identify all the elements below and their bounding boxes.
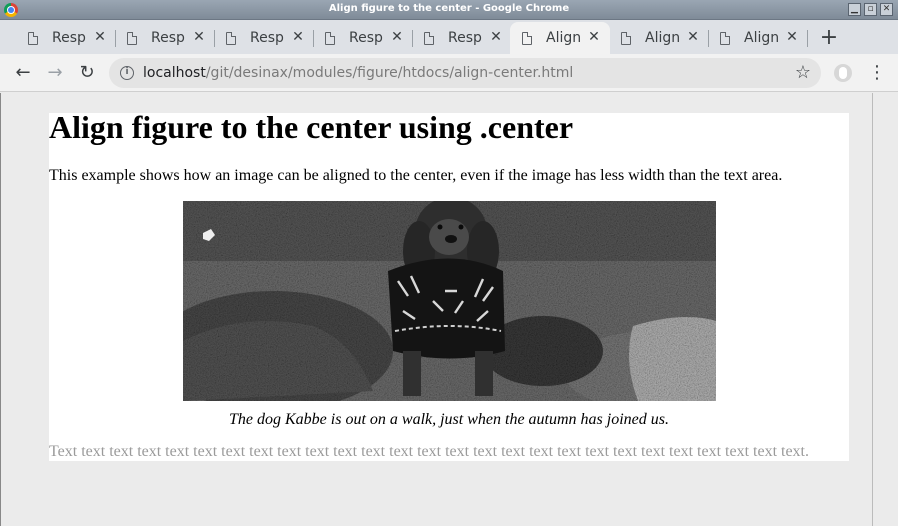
left-edge — [0, 93, 1, 526]
tab-close-icon[interactable]: ✕ — [290, 29, 306, 45]
tab[interactable]: Respons ✕ — [313, 22, 413, 54]
tab[interactable]: Respons ✕ — [115, 22, 215, 54]
maximize-button[interactable]: ▫ — [864, 3, 877, 16]
profile-avatar-icon[interactable] — [834, 64, 852, 82]
browser-toolbar: ← → ↻ i localhost/git/desinax/modules/fi… — [0, 54, 898, 92]
new-tab-button[interactable]: + — [818, 25, 840, 50]
tab[interactable]: Align fig ✕ — [609, 22, 709, 54]
figure-caption: The dog Kabbe is out on a walk, just whe… — [229, 411, 669, 428]
url-text[interactable]: localhost/git/desinax/modules/figure/htd… — [143, 65, 573, 81]
tab-label: Respons — [448, 30, 482, 46]
minimize-button[interactable]: ▁ — [848, 3, 861, 16]
tab-close-icon[interactable]: ✕ — [685, 29, 701, 45]
reload-icon[interactable]: ↻ — [75, 61, 99, 85]
tab-close-icon[interactable]: ✕ — [389, 29, 405, 45]
file-icon — [28, 31, 38, 45]
tab-label: Respons — [52, 30, 86, 46]
page-body: Align figure to the center using .center… — [49, 109, 849, 461]
tab-label: Align fig — [546, 30, 580, 46]
filler-text: Text text text text text text text text … — [49, 443, 809, 460]
menu-icon[interactable]: ⋮ — [868, 62, 886, 84]
page-viewport: Align figure to the center using .center… — [0, 93, 898, 526]
tab-active[interactable]: Align fig ✕ — [510, 22, 610, 54]
file-icon — [226, 31, 236, 45]
close-window-button[interactable]: ✕ — [880, 3, 893, 16]
tab[interactable]: Respons ✕ — [214, 22, 314, 54]
right-edge — [872, 93, 873, 526]
tab-label: Respons — [250, 30, 284, 46]
tab-close-icon[interactable]: ✕ — [488, 29, 504, 45]
file-icon — [621, 31, 631, 45]
url-path: /git/desinax/modules/figure/htdocs/align… — [205, 65, 574, 81]
tab[interactable]: Respons ✕ — [16, 22, 116, 54]
tab-close-icon[interactable]: ✕ — [92, 29, 108, 45]
tab-label: Align fig — [744, 30, 778, 46]
file-icon — [325, 31, 335, 45]
window-titlebar: Align figure to the center - Google Chro… — [0, 0, 898, 20]
tabstrip: Respons ✕ Respons ✕ Respons ✕ Respons ✕ … — [0, 20, 898, 54]
tab-label: Align fig — [645, 30, 679, 46]
file-icon — [522, 31, 532, 45]
tab-label: Respons — [349, 30, 383, 46]
tab-label: Respons — [151, 30, 185, 46]
page-heading: Align figure to the center using .center — [49, 109, 574, 145]
tab-close-icon[interactable]: ✕ — [191, 29, 207, 45]
forward-arrow-icon[interactable]: → — [43, 61, 67, 85]
tab-close-icon[interactable]: ✕ — [586, 29, 602, 45]
file-icon — [424, 31, 434, 45]
back-arrow-icon[interactable]: ← — [11, 61, 35, 85]
file-icon — [127, 31, 137, 45]
star-icon[interactable]: ☆ — [795, 62, 811, 83]
tab-separator — [807, 30, 808, 47]
tab[interactable]: Respons ✕ — [412, 22, 512, 54]
address-bar[interactable]: i localhost/git/desinax/modules/figure/h… — [109, 58, 821, 88]
dog-photo — [183, 201, 716, 401]
file-icon — [720, 31, 730, 45]
tab-close-icon[interactable]: ✕ — [784, 29, 800, 45]
intro-paragraph: This example shows how an image can be a… — [49, 167, 783, 184]
info-icon[interactable]: i — [120, 66, 134, 80]
tab[interactable]: Align fig ✕ — [708, 22, 808, 54]
window-title: Align figure to the center - Google Chro… — [328, 3, 570, 14]
url-host: localhost — [143, 65, 206, 81]
